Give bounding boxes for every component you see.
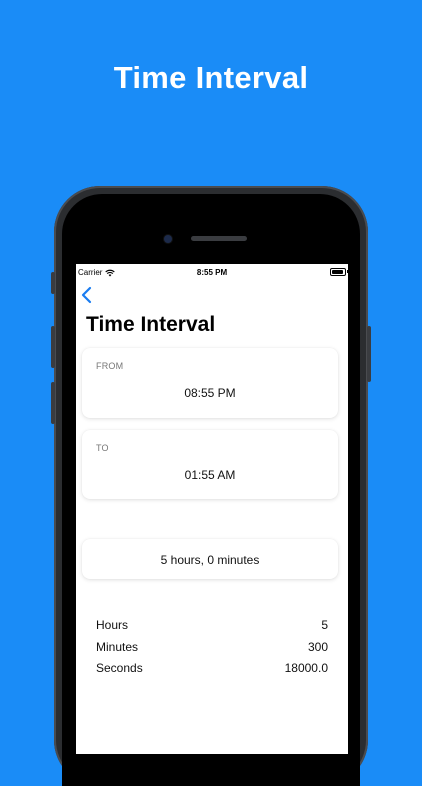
battery-icon <box>330 268 348 276</box>
back-button[interactable] <box>80 286 94 304</box>
volume-up-button <box>51 326 55 368</box>
app-screen: Carrier 8:55 PM Time Interval FROM 08:55… <box>76 264 348 754</box>
result-card: 5 hours, 0 minutes <box>82 539 338 579</box>
mute-switch <box>51 272 55 294</box>
power-button <box>367 326 371 382</box>
promo-title: Time Interval <box>113 60 309 95</box>
stat-row-seconds: Seconds 18000.0 <box>96 661 328 683</box>
interval-result: 5 hours, 0 minutes <box>160 553 260 567</box>
stat-row-minutes: Minutes 300 <box>96 640 328 662</box>
from-time-card[interactable]: FROM 08:55 PM <box>82 348 338 418</box>
status-time: 8:55 PM <box>196 268 228 277</box>
to-time-card[interactable]: TO 01:55 AM <box>82 430 338 499</box>
chevron-left-icon <box>81 286 92 304</box>
to-time-value[interactable]: 01:55 AM <box>82 468 338 482</box>
from-label: FROM <box>96 361 124 371</box>
stat-value: 300 <box>307 639 328 654</box>
stat-value: 18000.0 <box>284 661 328 675</box>
stat-label: Minutes <box>96 639 139 654</box>
stat-label: Hours <box>96 618 129 632</box>
stat-label: Seconds <box>96 661 143 675</box>
stat-value: 5 <box>321 618 328 632</box>
page-title: Time Interval <box>86 313 216 336</box>
status-bar: Carrier 8:55 PM <box>76 264 348 280</box>
from-time-value[interactable]: 08:55 PM <box>82 386 338 400</box>
stats-list: Hours 5 Minutes 300 Seconds 18000.0 <box>96 618 328 683</box>
front-camera <box>164 235 172 243</box>
to-label: TO <box>96 443 109 453</box>
earpiece-speaker <box>191 236 247 241</box>
volume-down-button <box>51 382 55 424</box>
stat-row-hours: Hours 5 <box>96 618 328 640</box>
